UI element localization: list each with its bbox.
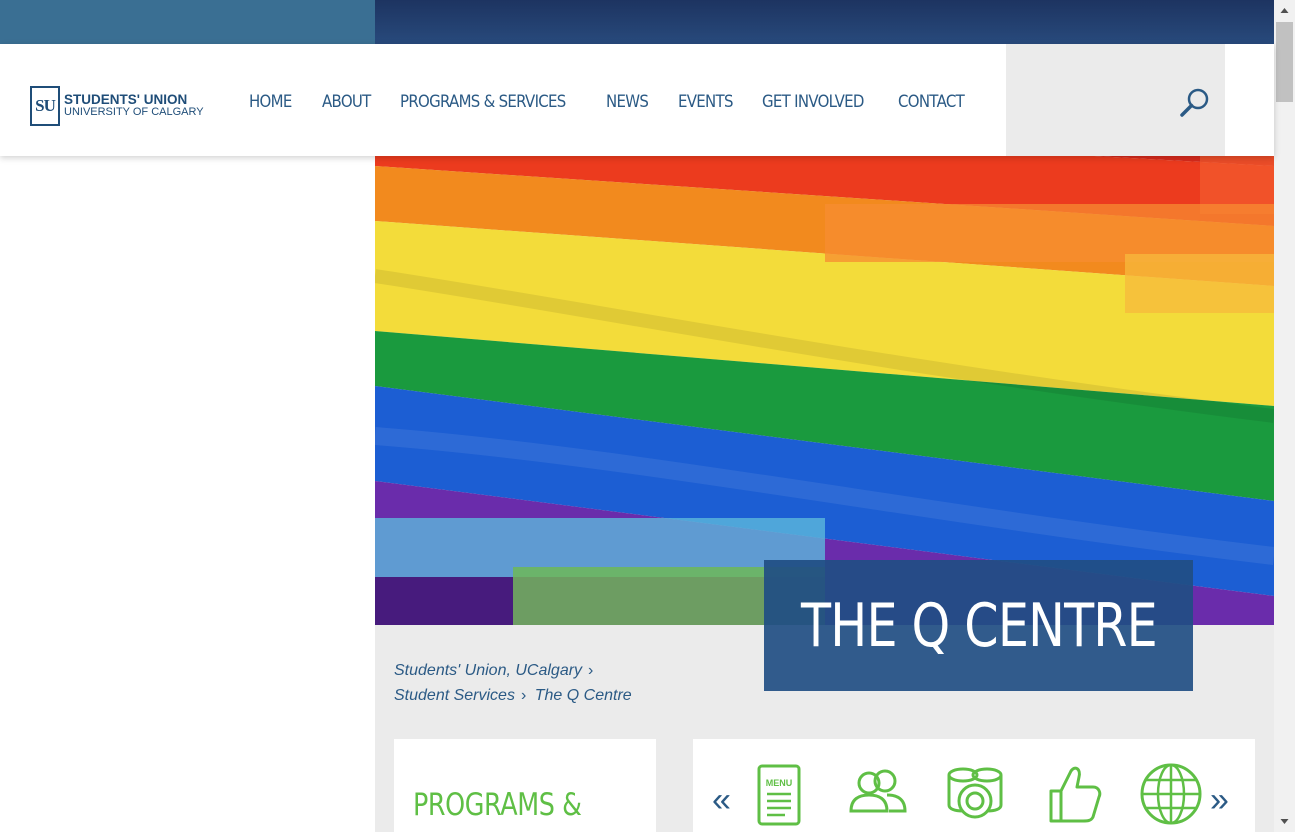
services-carousel: « MENU » [693,739,1255,832]
carousel-prev-arrow[interactable]: « [712,783,731,817]
programs-card: PROGRAMS & [394,739,656,832]
scrollbar-thumb[interactable] [1276,22,1293,102]
breadcrumb-student-services[interactable]: Student Services [394,687,515,704]
logo-mark: SU [30,86,60,126]
carousel-next-arrow[interactable]: » [1210,783,1229,817]
nav-news[interactable]: NEWS [606,92,649,112]
su-logo[interactable]: SU STUDENTS' UNION UNIVERSITY OF CALGARY [30,84,205,128]
page-title-box: THE Q CENTRE [764,560,1193,691]
thumbs-up-icon[interactable] [1039,761,1107,827]
page-title: THE Q CENTRE [800,590,1158,661]
chevron-right-icon: › [588,662,594,679]
chevron-right-icon: › [520,687,527,704]
programs-card-title: PROGRAMS & [413,787,582,823]
breadcrumb-home[interactable]: Students' Union, UCalgary [394,662,582,679]
site-header: SU STUDENTS' UNION UNIVERSITY OF CALGARY… [0,44,1274,156]
menu-icon[interactable]: MENU [745,761,813,827]
scroll-down-arrow-icon[interactable] [1274,810,1295,832]
coins-icon[interactable] [941,761,1009,827]
hero-rainbow-flag-image [375,156,1274,625]
menu-icon-label: MENU [766,778,793,788]
top-band-left [0,0,375,44]
breadcrumb: Students' Union, UCalgary › Student Servi… [394,658,754,708]
vertical-scrollbar[interactable] [1274,0,1295,832]
search-icon[interactable] [1178,86,1212,120]
nav-about[interactable]: ABOUT [322,92,371,112]
breadcrumb-current: The Q Centre [534,687,632,704]
nav-events[interactable]: EVENTS [678,92,733,112]
globe-icon[interactable] [1137,761,1205,827]
people-icon[interactable] [843,761,911,827]
nav-get-involved[interactable]: GET INVOLVED [762,92,864,112]
logo-text: STUDENTS' UNION UNIVERSITY OF CALGARY [64,92,204,119]
top-band-right [375,0,1274,44]
page: SU STUDENTS' UNION UNIVERSITY OF CALGARY… [0,0,1295,832]
scroll-up-arrow-icon[interactable] [1274,0,1295,22]
main-nav: HOME ABOUT PROGRAMS & SERVICES NEWS EVEN… [249,92,968,112]
nav-home[interactable]: HOME [249,92,292,112]
logo-line2: UNIVERSITY OF CALGARY [64,106,204,119]
nav-contact[interactable]: CONTACT [898,92,965,112]
nav-programs-services[interactable]: PROGRAMS & SERVICES [400,92,566,112]
logo-line1: STUDENTS' UNION [64,92,188,108]
